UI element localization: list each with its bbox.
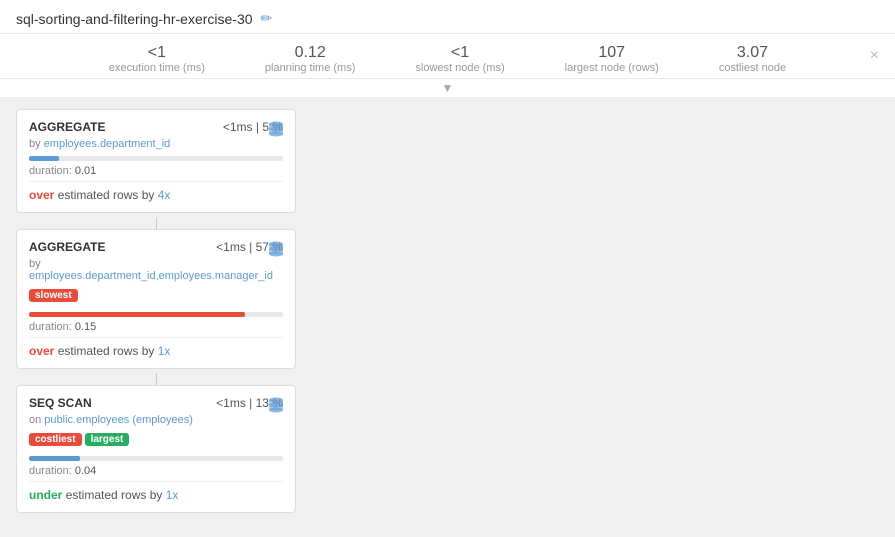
db-icon (267, 120, 285, 140)
progress-bar-container (29, 156, 283, 161)
node-connector (156, 217, 157, 229)
nodes-column: AGGREGATE<1ms | 5 % by employees.departme… (16, 109, 296, 525)
stat-value-planning-time: 0.12 (265, 44, 355, 62)
node-header: AGGREGATE<1ms | 57 % (29, 240, 283, 254)
node-detail-value: employees.department_id,employees.manage… (29, 270, 273, 282)
estimated-multiplier: 1x (158, 344, 171, 358)
progress-bar (29, 456, 80, 461)
main-content: AGGREGATE<1ms | 5 % by employees.departme… (0, 97, 895, 537)
stat-value-execution-time: <1 (109, 44, 205, 62)
estimated-multiplier: 4x (158, 188, 171, 202)
duration-label: duration: 0.01 (29, 165, 283, 177)
node-type-label: AGGREGATE (29, 240, 105, 254)
stat-costliest-node: 3.07 costliest node (719, 44, 786, 74)
duration-label: duration: 0.04 (29, 465, 283, 477)
estimated-rows: over estimated rows by 4x (29, 181, 283, 202)
estimated-direction: over (29, 344, 54, 358)
header: sql-sorting-and-filtering-hr-exercise-30… (0, 0, 895, 34)
duration-label: duration: 0.15 (29, 321, 283, 333)
stat-label-slowest-node: slowest node (ms) (415, 62, 504, 74)
node-type-label: AGGREGATE (29, 120, 105, 134)
progress-bar (29, 156, 59, 161)
badge-row: slowest (29, 286, 283, 306)
estimated-rows: over estimated rows by 1x (29, 337, 283, 358)
stat-largest-node: 107 largest node (rows) (565, 44, 659, 74)
stat-label-planning-time: planning time (ms) (265, 62, 355, 74)
stats-bar: <1 execution time (ms) 0.12 planning tim… (0, 34, 895, 79)
stat-value-slowest-node: <1 (415, 44, 504, 62)
node-card: AGGREGATE<1ms | 57 % by employees.departm… (16, 229, 296, 369)
edit-icon[interactable]: ✏ (261, 10, 273, 27)
estimated-multiplier: 1x (166, 488, 179, 502)
badge-row: costliestlargest (29, 430, 283, 450)
node-detail: on public.employees (employees) (29, 414, 283, 426)
estimated-direction: over (29, 188, 54, 202)
badge-slowest: slowest (29, 289, 78, 302)
duration-value: 0.01 (75, 165, 96, 177)
node-detail: by employees.department_id,employees.man… (29, 258, 283, 282)
node-detail-value: employees.department_id (44, 138, 171, 150)
stat-label-costliest-node: costliest node (719, 62, 786, 74)
node-detail: by employees.department_id (29, 138, 283, 150)
chevron-down-icon: ▼ (0, 79, 895, 97)
node-type-label: SEQ SCAN (29, 396, 92, 410)
stat-planning-time: 0.12 planning time (ms) (265, 44, 355, 74)
stat-execution-time: <1 execution time (ms) (109, 44, 205, 74)
node-detail-value: public.employees (employees) (44, 414, 193, 426)
estimated-rows: under estimated rows by 1x (29, 481, 283, 502)
duration-value: 0.04 (75, 465, 96, 477)
node-header: AGGREGATE<1ms | 5 % (29, 120, 283, 134)
node-header: SEQ SCAN<1ms | 13 % (29, 396, 283, 410)
duration-value: 0.15 (75, 321, 96, 333)
stat-label-execution-time: execution time (ms) (109, 62, 205, 74)
db-icon (267, 396, 285, 416)
stat-value-largest-node: 107 (565, 44, 659, 62)
badge-costliest: costliest (29, 433, 82, 446)
progress-bar (29, 312, 245, 317)
node-card: SEQ SCAN<1ms | 13 % on public.employees (… (16, 385, 296, 513)
stat-value-costliest-node: 3.07 (719, 44, 786, 62)
stat-label-largest-node: largest node (rows) (565, 62, 659, 74)
close-button[interactable]: × (870, 48, 879, 64)
stat-slowest-node: <1 slowest node (ms) (415, 44, 504, 74)
estimated-direction: under (29, 488, 62, 502)
progress-bar-container (29, 456, 283, 461)
node-connector (156, 373, 157, 385)
page-title: sql-sorting-and-filtering-hr-exercise-30 (16, 11, 253, 27)
badge-largest: largest (85, 433, 130, 446)
db-icon (267, 240, 285, 260)
progress-bar-container (29, 312, 283, 317)
node-card: AGGREGATE<1ms | 5 % by employees.departme… (16, 109, 296, 213)
